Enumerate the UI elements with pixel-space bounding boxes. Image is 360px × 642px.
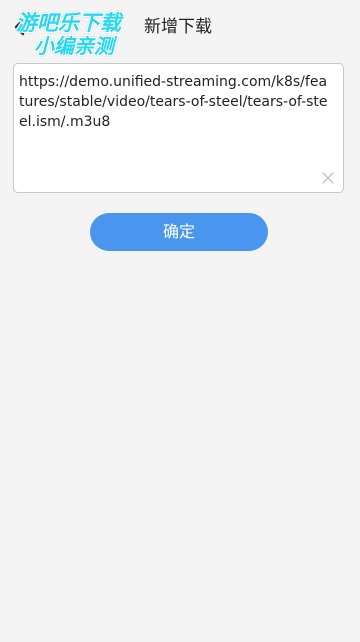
top-bar: 新增下载 游吧乐下载 小编亲测 bbox=[0, 0, 360, 58]
page-title: 新增下载 bbox=[144, 17, 212, 37]
watermark-line-2: 小编亲测 bbox=[34, 34, 114, 58]
url-input[interactable]: https://demo.unified-streaming.com/k8s/f… bbox=[13, 63, 344, 193]
confirm-button[interactable]: 确定 bbox=[90, 213, 268, 251]
url-input-text[interactable]: https://demo.unified-streaming.com/k8s/f… bbox=[19, 72, 331, 132]
close-icon[interactable] bbox=[321, 171, 335, 185]
watermark-logo: 游吧乐下载 小编亲测 bbox=[10, 8, 150, 60]
app-screen: 新增下载 游吧乐下载 小编亲测 https://demo.unified-str… bbox=[0, 0, 360, 642]
watermark-line-1: 游吧乐下载 bbox=[16, 11, 121, 35]
